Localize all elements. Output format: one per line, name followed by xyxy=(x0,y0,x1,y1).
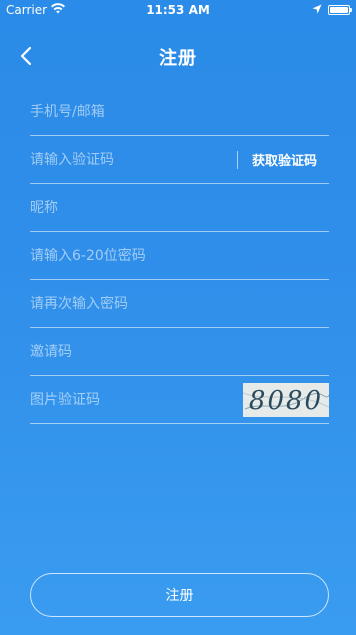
nickname-input[interactable] xyxy=(30,192,329,223)
password-input[interactable] xyxy=(30,240,329,271)
account-input[interactable] xyxy=(30,96,329,127)
divider xyxy=(236,150,238,169)
status-bar: Carrier 11:53 AM xyxy=(0,0,356,20)
register-form: 获取验证码 8080 xyxy=(30,88,329,424)
confirm-password-input[interactable] xyxy=(30,288,329,319)
verify-code-input[interactable] xyxy=(30,144,237,175)
page-title: 注册 xyxy=(159,48,197,69)
register-submit-button[interactable]: 注册 xyxy=(30,573,329,617)
verify-code-field: 获取验证码 xyxy=(30,136,329,184)
battery-icon xyxy=(328,5,352,15)
nav-bar: 注册 xyxy=(0,20,356,98)
status-right xyxy=(312,0,352,20)
password-field xyxy=(30,232,329,280)
account-field xyxy=(30,88,329,136)
status-time: 11:53 AM xyxy=(146,3,210,17)
captcha-text: 8080 xyxy=(249,386,323,416)
captcha-field: 8080 xyxy=(30,376,329,424)
nickname-field xyxy=(30,184,329,232)
get-code-button[interactable]: 获取验证码 xyxy=(252,150,329,169)
confirm-password-field xyxy=(30,280,329,328)
battery-level xyxy=(330,7,348,13)
captcha-image[interactable]: 8080 xyxy=(243,382,329,417)
invite-code-field xyxy=(30,328,329,376)
location-arrow-icon xyxy=(312,0,322,20)
invite-code-input[interactable] xyxy=(30,336,329,367)
register-screen: Carrier 11:53 AM 注册 手机号/邮箱 请输入验证码 获取验证码 … xyxy=(0,0,356,635)
captcha-input[interactable] xyxy=(30,384,243,415)
